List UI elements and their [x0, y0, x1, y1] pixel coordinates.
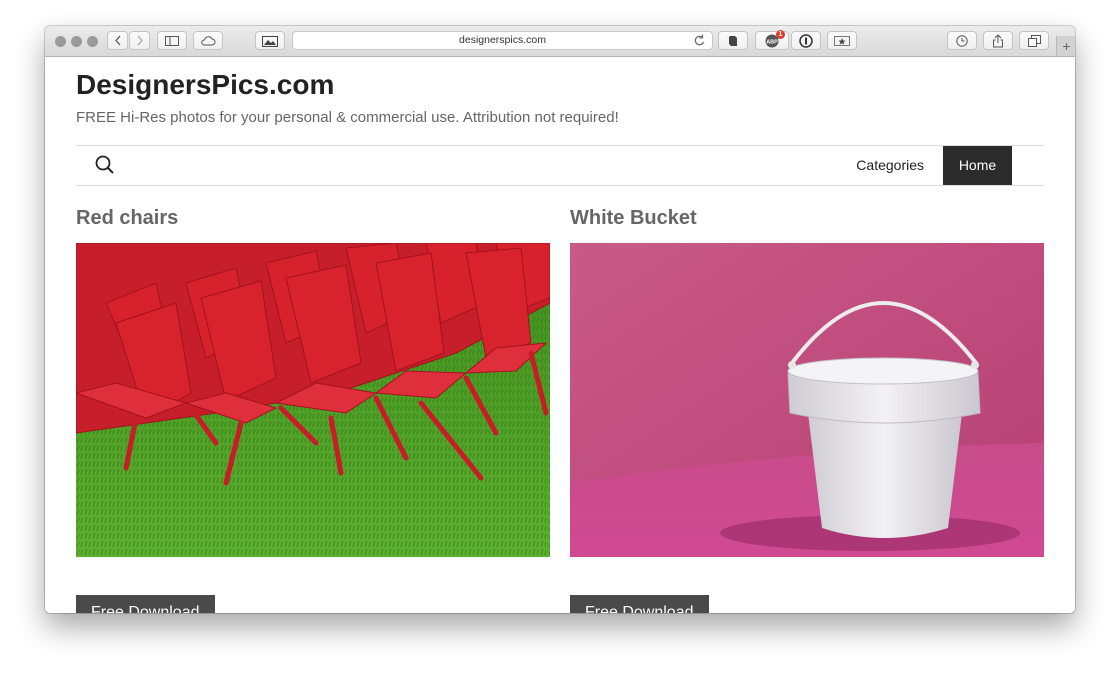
- search-icon[interactable]: [94, 154, 116, 176]
- picture-icon: [262, 35, 278, 47]
- adblock-button[interactable]: ABP 1: [755, 30, 789, 50]
- share-icon: [993, 33, 1003, 47]
- evernote-icon: [729, 35, 737, 46]
- close-window-button[interactable]: [55, 36, 66, 47]
- bookmark-extension-button[interactable]: [827, 31, 857, 50]
- address-bar[interactable]: designerspics.com: [292, 31, 713, 50]
- post-card: Red chairs Free Download: [76, 207, 550, 613]
- tabs-icon: [1027, 34, 1041, 47]
- site-title[interactable]: DesignersPics.com: [76, 69, 334, 101]
- back-button[interactable]: [107, 31, 128, 50]
- free-download-button[interactable]: Free Download: [570, 595, 709, 613]
- star-icon: [834, 35, 850, 46]
- adblock-count-badge: 1: [776, 30, 785, 39]
- browser-window: designerspics.com ABP 1 + DesignersPics.…: [45, 26, 1075, 613]
- share-button[interactable]: [983, 31, 1013, 50]
- plus-icon: +: [1062, 38, 1071, 54]
- main-nav: Categories Home: [76, 145, 1044, 186]
- chevron-right-icon: [137, 35, 143, 46]
- forward-button[interactable]: [129, 31, 150, 50]
- post-image-red-chairs[interactable]: [76, 243, 550, 557]
- nav-item-categories[interactable]: Categories: [856, 146, 924, 185]
- red-chairs-photo: [76, 243, 550, 557]
- evernote-button[interactable]: [718, 31, 748, 50]
- reload-icon[interactable]: [693, 34, 705, 47]
- image-extension-button[interactable]: [255, 31, 285, 50]
- nav-item-home[interactable]: Home: [943, 146, 1012, 185]
- icloud-tabs-button[interactable]: [193, 31, 223, 50]
- site-tagline: FREE Hi-Res photos for your personal & c…: [76, 109, 619, 126]
- browser-toolbar: designerspics.com ABP 1 +: [45, 26, 1075, 57]
- tab-overview-button[interactable]: [1019, 31, 1049, 50]
- cloud-icon: [201, 35, 216, 45]
- minimize-window-button[interactable]: [71, 36, 82, 47]
- new-tab-button[interactable]: +: [1056, 36, 1075, 56]
- svg-text:ABP: ABP: [766, 39, 778, 45]
- sidebar-toggle-button[interactable]: [157, 31, 187, 50]
- free-download-button[interactable]: Free Download: [76, 595, 215, 613]
- post-title[interactable]: White Bucket: [570, 207, 1044, 237]
- post-image-white-bucket[interactable]: [570, 243, 1044, 557]
- zoom-window-button[interactable]: [87, 36, 98, 47]
- clock-icon: [956, 34, 968, 47]
- white-bucket-photo: [570, 243, 1044, 557]
- url-text: designerspics.com: [459, 34, 546, 46]
- post-title[interactable]: Red chairs: [76, 207, 550, 237]
- post-card: White Bucket Free Download: [570, 207, 1044, 613]
- 1password-icon: [799, 33, 813, 48]
- chevron-left-icon: [114, 35, 120, 46]
- sidebar-icon: [165, 35, 179, 46]
- password-manager-button[interactable]: [791, 31, 821, 50]
- page-content: DesignersPics.com FREE Hi-Res photos for…: [45, 57, 1075, 613]
- history-button[interactable]: [947, 31, 977, 50]
